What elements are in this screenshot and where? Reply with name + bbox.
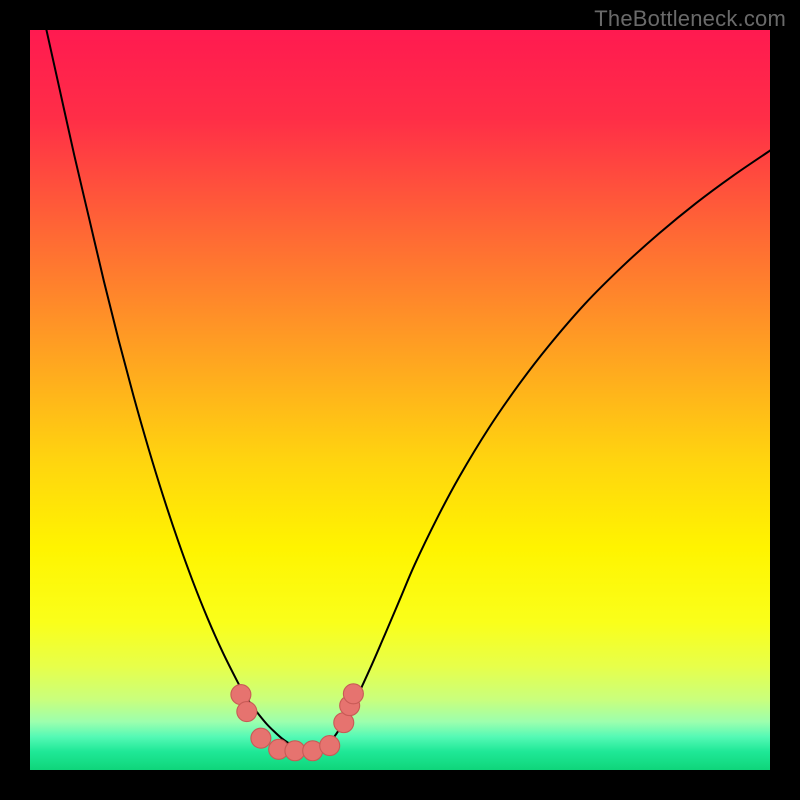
marker-dot bbox=[320, 736, 340, 756]
marker-dot bbox=[251, 728, 271, 748]
marker-dot bbox=[285, 741, 305, 761]
bottleneck-curve bbox=[30, 30, 770, 752]
bottleneck-zone-markers bbox=[231, 684, 363, 761]
marker-dot bbox=[237, 702, 257, 722]
chart-frame: TheBottleneck.com bbox=[0, 0, 800, 800]
plot-area bbox=[30, 30, 770, 770]
curve-layer bbox=[30, 30, 770, 770]
marker-dot bbox=[343, 684, 363, 704]
watermark-text: TheBottleneck.com bbox=[594, 6, 786, 32]
